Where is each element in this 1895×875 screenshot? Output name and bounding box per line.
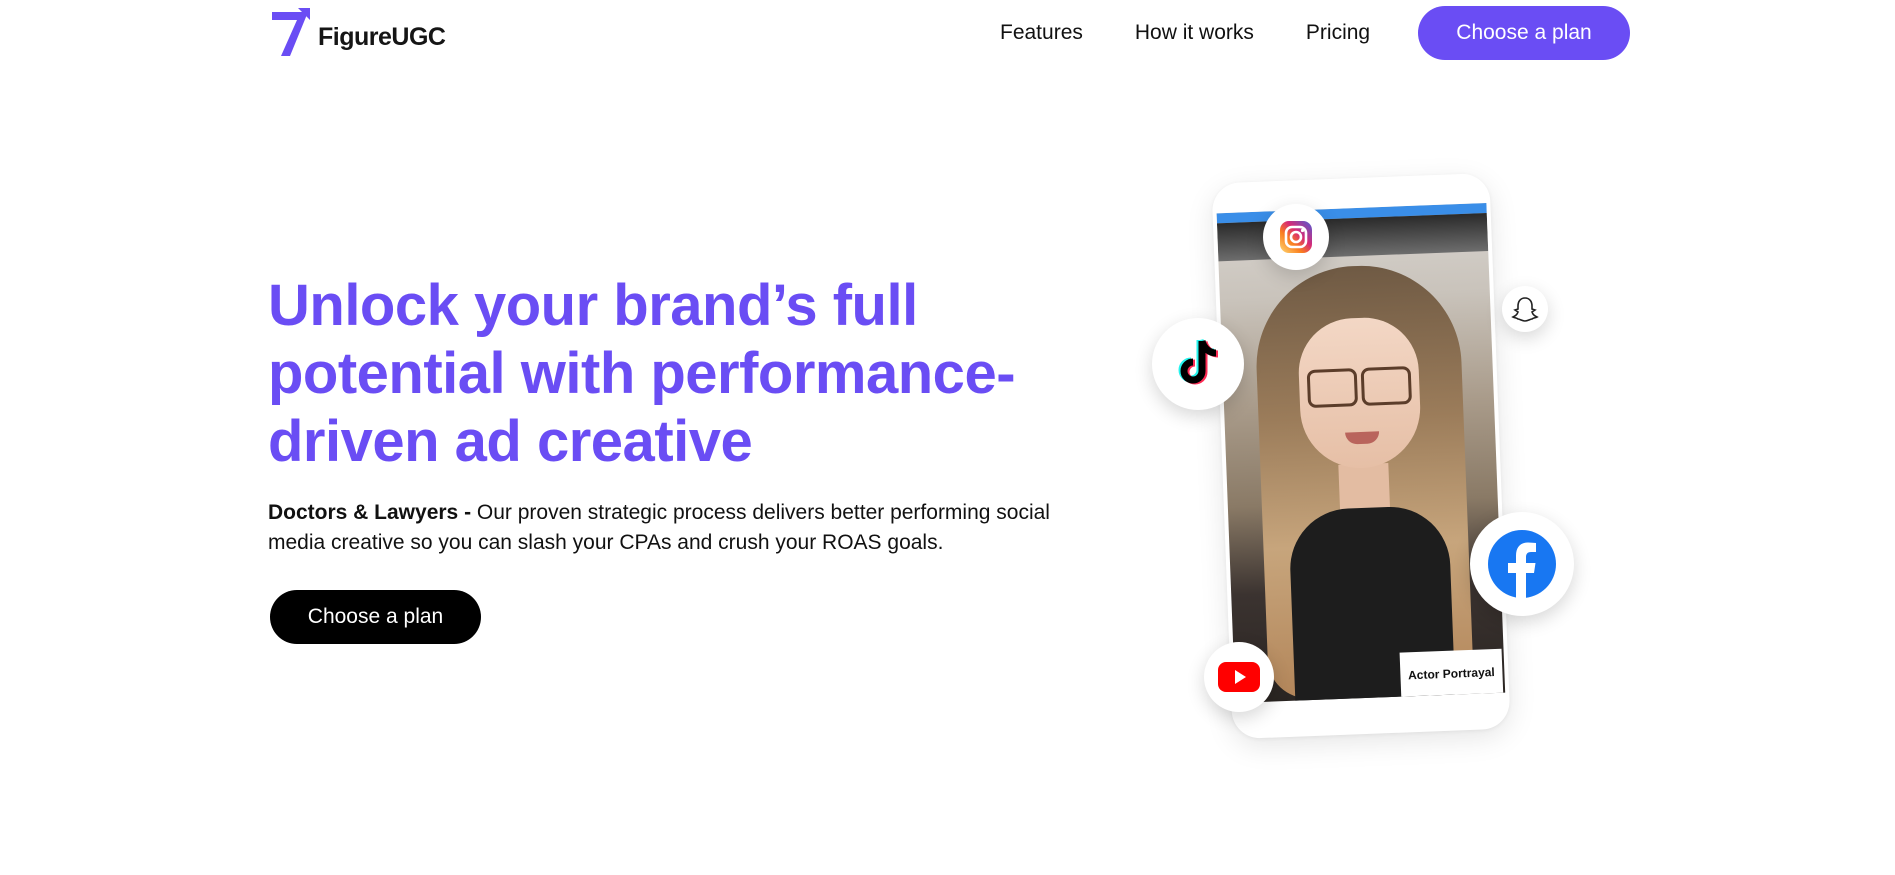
logo-text: FigureUGC — [318, 22, 446, 51]
hero-title: Unlock your brand’s full potential with … — [268, 273, 1016, 474]
snapchat-icon — [1502, 286, 1548, 332]
nav-features[interactable]: Features — [1000, 18, 1083, 48]
hero-description: Doctors & Lawyers - Our proven strategic… — [268, 498, 1088, 558]
facebook-icon — [1470, 512, 1574, 616]
actor-glasses — [1307, 366, 1412, 404]
phone-video-screen: Actor Portrayal — [1216, 203, 1506, 704]
snapchat-glyph — [1511, 297, 1539, 322]
hero-description-audience: Doctors & Lawyers - — [268, 501, 472, 524]
instagram-glyph — [1280, 221, 1312, 253]
facebook-glyph — [1488, 530, 1556, 599]
nav-pricing[interactable]: Pricing — [1306, 18, 1370, 48]
nav-how-it-works[interactable]: How it works — [1135, 18, 1254, 48]
site-header: FigureUGC Features How it works Pricing … — [0, 0, 1895, 70]
landing-page: FigureUGC Features How it works Pricing … — [0, 0, 1895, 875]
main-nav: Features How it works Pricing — [1000, 18, 1370, 48]
actor-portrayal-label: Actor Portrayal — [1399, 648, 1504, 699]
figureugc-logo-icon — [272, 8, 310, 56]
instagram-icon — [1263, 204, 1329, 270]
tiktok-glyph — [1178, 338, 1219, 385]
youtube-icon — [1204, 642, 1274, 712]
youtube-glyph — [1218, 662, 1260, 692]
tiktok-icon — [1152, 318, 1244, 410]
hero-choose-plan-button[interactable]: Choose a plan — [270, 590, 481, 644]
header-choose-plan-button[interactable]: Choose a plan — [1418, 6, 1630, 60]
logo[interactable]: FigureUGC — [268, 6, 446, 60]
